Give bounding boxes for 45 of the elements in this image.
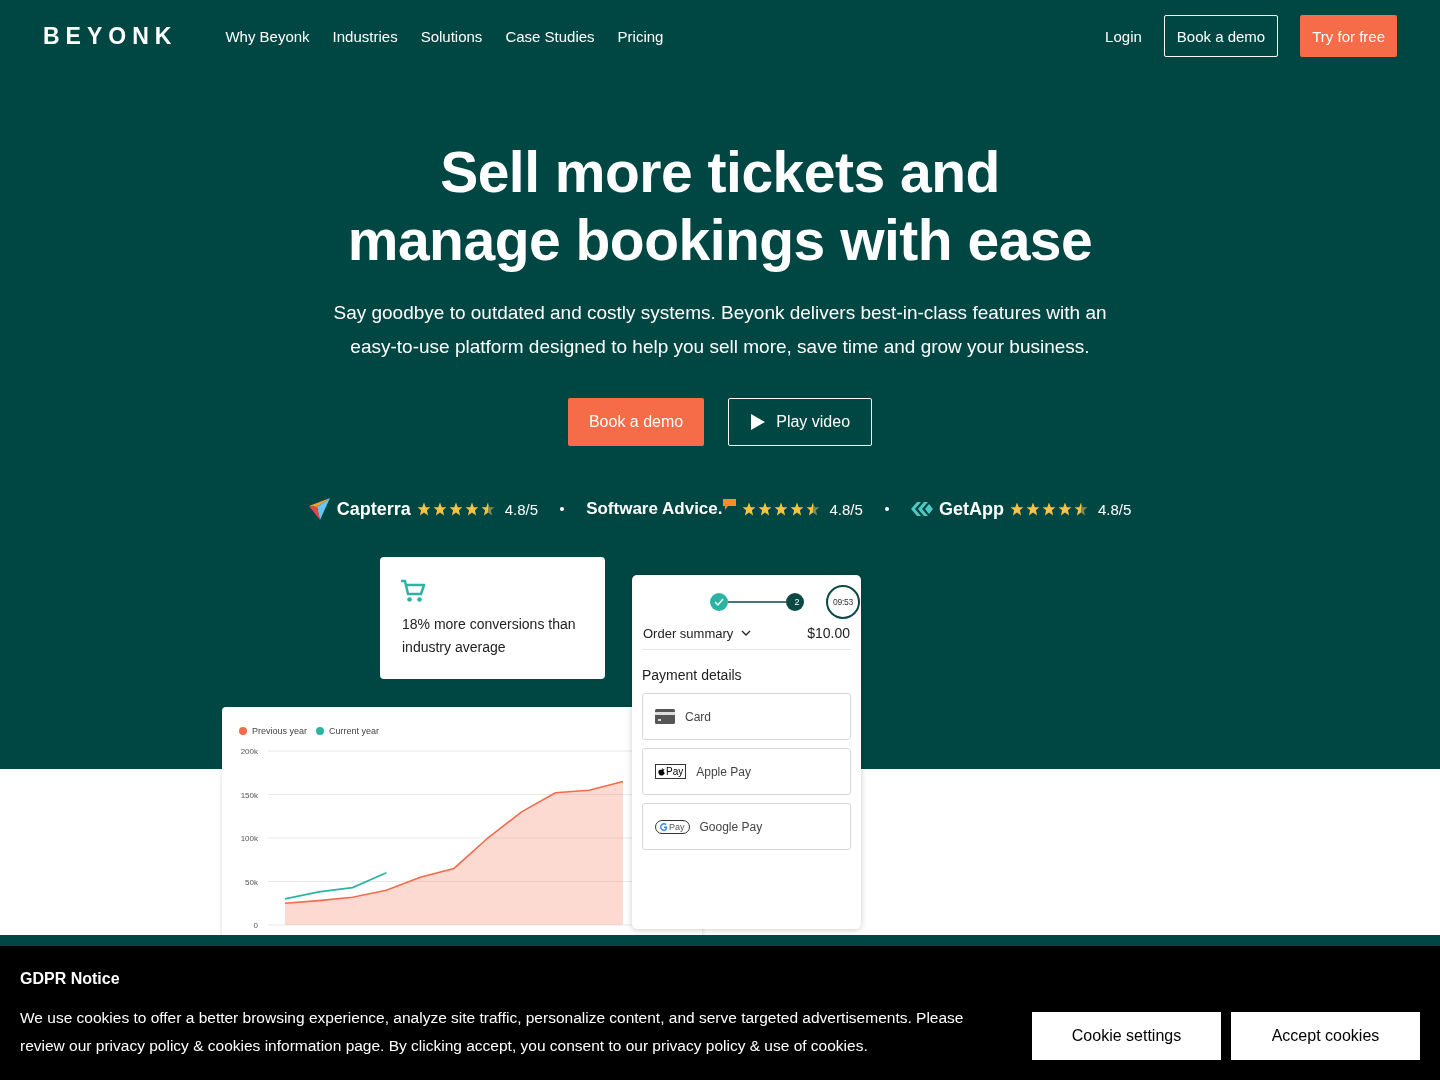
accept-cookies-button[interactable]: Accept cookies bbox=[1231, 1012, 1420, 1060]
payment-option[interactable]: Pay Google Pay bbox=[642, 803, 851, 850]
nav-link[interactable]: Solutions bbox=[420, 27, 483, 45]
hero-subtitle: Say goodbye to outdated and costly systems. Beyonk delivers best-in-class features with an easy-to-use platform designed to help you sell more, save time and grow your business. bbox=[332, 301, 1108, 359]
nav-link[interactable]: Pricing bbox=[617, 27, 664, 45]
play-icon bbox=[750, 413, 767, 431]
axis-tick-label: 200k bbox=[240, 747, 258, 756]
review-site-name: Capterra bbox=[336, 498, 411, 520]
cookie-text: We use cookies to offer a better browsing experience, analyze site traffic, personalize content, and serve targeted advertisements. Please review our privacy policy & cookies information page. By clicking accept, you consent to our privacy policy & use of cookies. bbox=[20, 1008, 965, 1056]
apple-pay-badge: Pay bbox=[655, 764, 687, 779]
axis-tick-label: 0 bbox=[253, 921, 258, 930]
hero-title: Sell more tickets and manage bookings with ease bbox=[346, 139, 1094, 274]
triangle-logo-icon bbox=[308, 498, 331, 520]
chevrons-icon bbox=[910, 502, 933, 516]
review-site-name: Software Advice. bbox=[586, 499, 723, 519]
rating-score: 4.8/5 bbox=[829, 500, 863, 518]
logo[interactable]: BEYONK bbox=[43, 22, 178, 50]
stat-text: 18% more conversions than industry average bbox=[402, 615, 577, 657]
axis-tick-label: 100k bbox=[240, 834, 258, 843]
book-demo-button[interactable]: Book a demo bbox=[1163, 15, 1279, 57]
nav-link[interactable]: Why Beyonk bbox=[225, 27, 310, 45]
timer: 09:53 bbox=[826, 585, 860, 619]
payment-heading: Payment details bbox=[642, 667, 743, 683]
rating-score: 4.8/5 bbox=[1097, 500, 1132, 518]
order-amount: $10.00 bbox=[807, 625, 850, 641]
play-video-button[interactable]: Play video bbox=[728, 398, 873, 446]
axis-tick-label: 50k bbox=[245, 877, 258, 887]
review-site-name: GetApp bbox=[938, 498, 1004, 520]
legend-label: Previous year bbox=[252, 726, 308, 736]
rating-score: 4.8/5 bbox=[504, 500, 539, 518]
step-number: 2 bbox=[793, 596, 801, 609]
shopping-cart-icon bbox=[400, 579, 426, 603]
cookie-settings-button[interactable]: Cookie settings bbox=[1032, 1012, 1221, 1060]
credit-card-icon bbox=[655, 709, 675, 724]
nav-link[interactable]: Case Studies bbox=[505, 27, 595, 45]
payment-option[interactable]: Card bbox=[642, 693, 851, 740]
chevron-down-icon bbox=[741, 630, 752, 636]
nav-link[interactable]: Industries bbox=[332, 27, 398, 45]
order-summary-toggle[interactable]: Order summary bbox=[643, 625, 734, 641]
cookie-title: GDPR Notice bbox=[20, 970, 121, 988]
axis-tick-label: 150k bbox=[240, 790, 258, 800]
legend-label: Current year bbox=[329, 726, 380, 736]
speech-bubble-icon bbox=[722, 499, 736, 510]
login-link[interactable]: Login bbox=[1105, 27, 1142, 45]
payment-option[interactable]: Pay Apple Pay bbox=[642, 748, 851, 795]
